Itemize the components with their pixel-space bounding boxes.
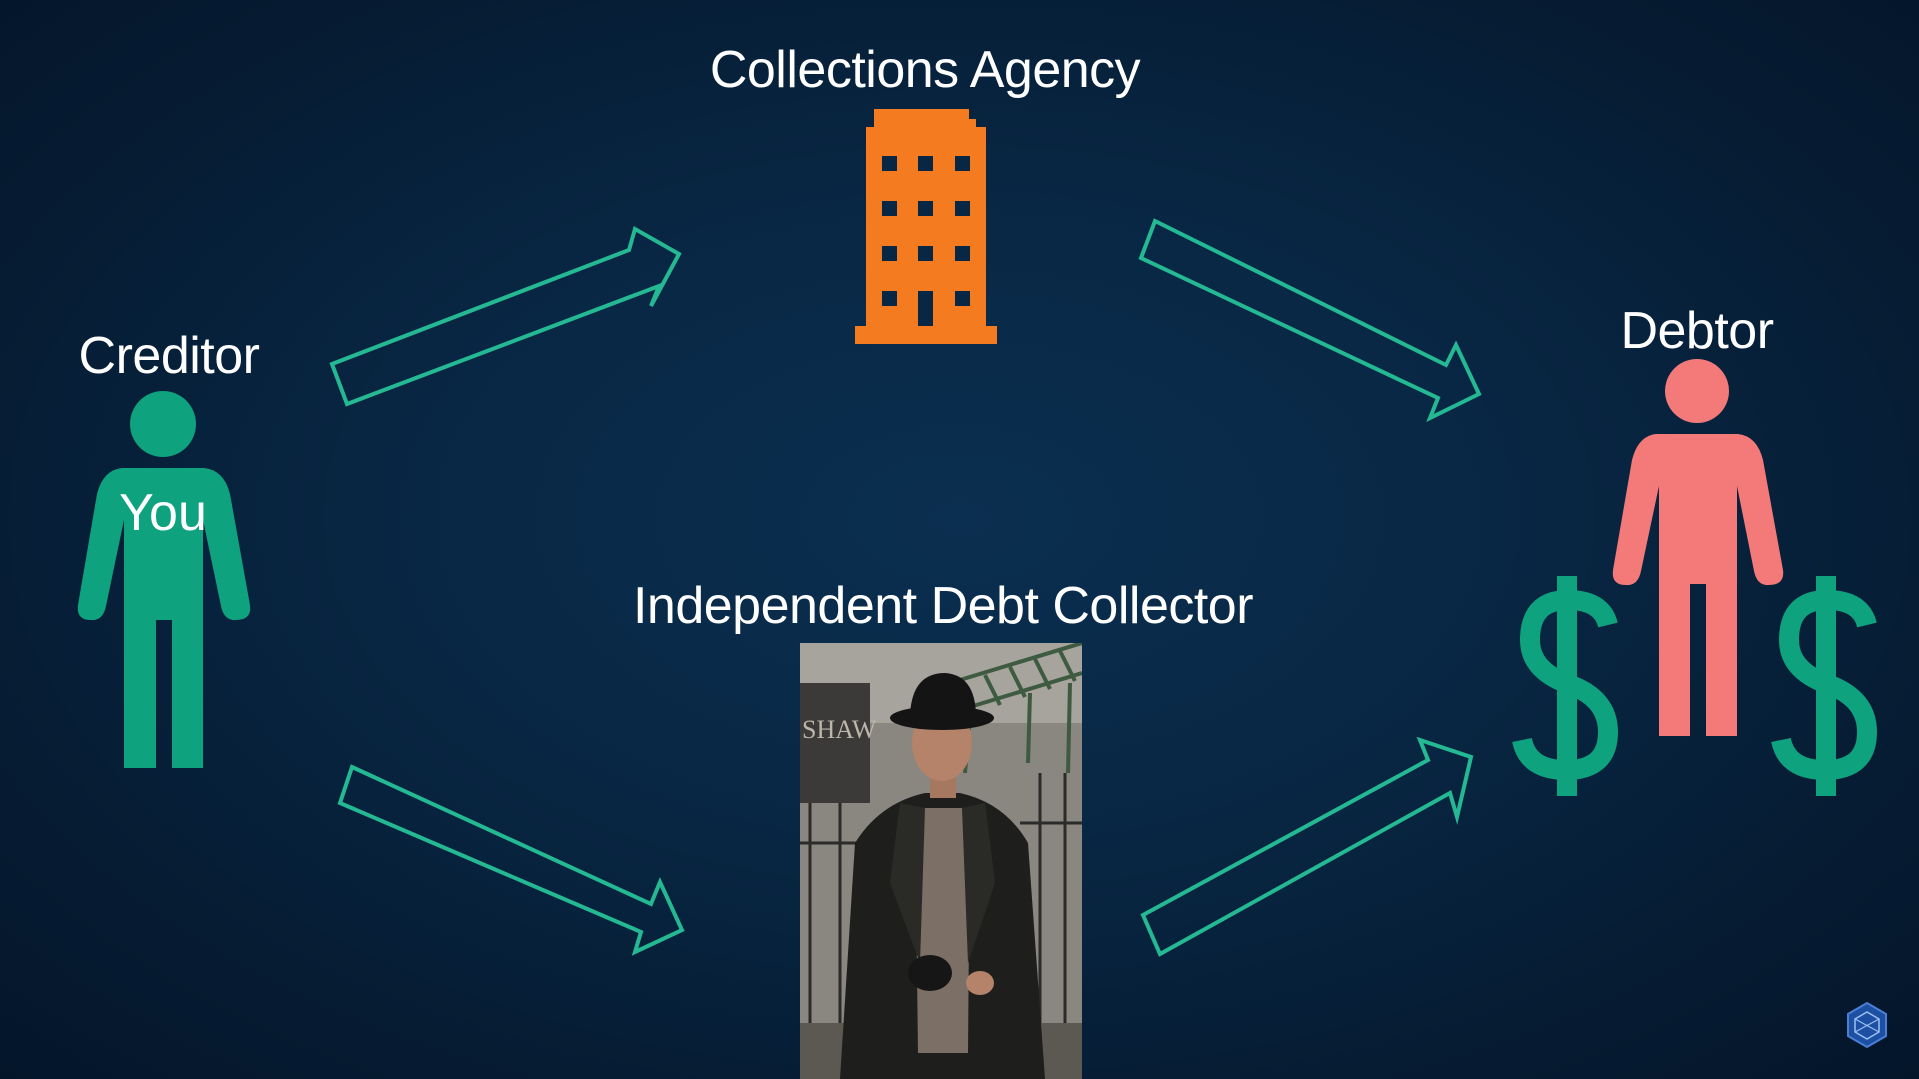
svg-text:SHAW: SHAW	[802, 715, 877, 744]
debtor-title: Debtor	[1620, 302, 1774, 360]
collector-title: Independent Debt Collector	[632, 577, 1254, 635]
agency-title: Collections Agency	[709, 41, 1141, 99]
you-label: You	[119, 484, 207, 542]
collector-photo: SHAW	[800, 643, 1082, 1079]
arrow-collector-to-debtor	[1140, 736, 1474, 957]
arrow-agency-to-debtor	[1138, 218, 1482, 423]
arrow-creditor-to-agency	[329, 226, 682, 407]
creditor-title: Creditor	[78, 327, 260, 385]
arrow-creditor-to-collector	[337, 764, 685, 956]
